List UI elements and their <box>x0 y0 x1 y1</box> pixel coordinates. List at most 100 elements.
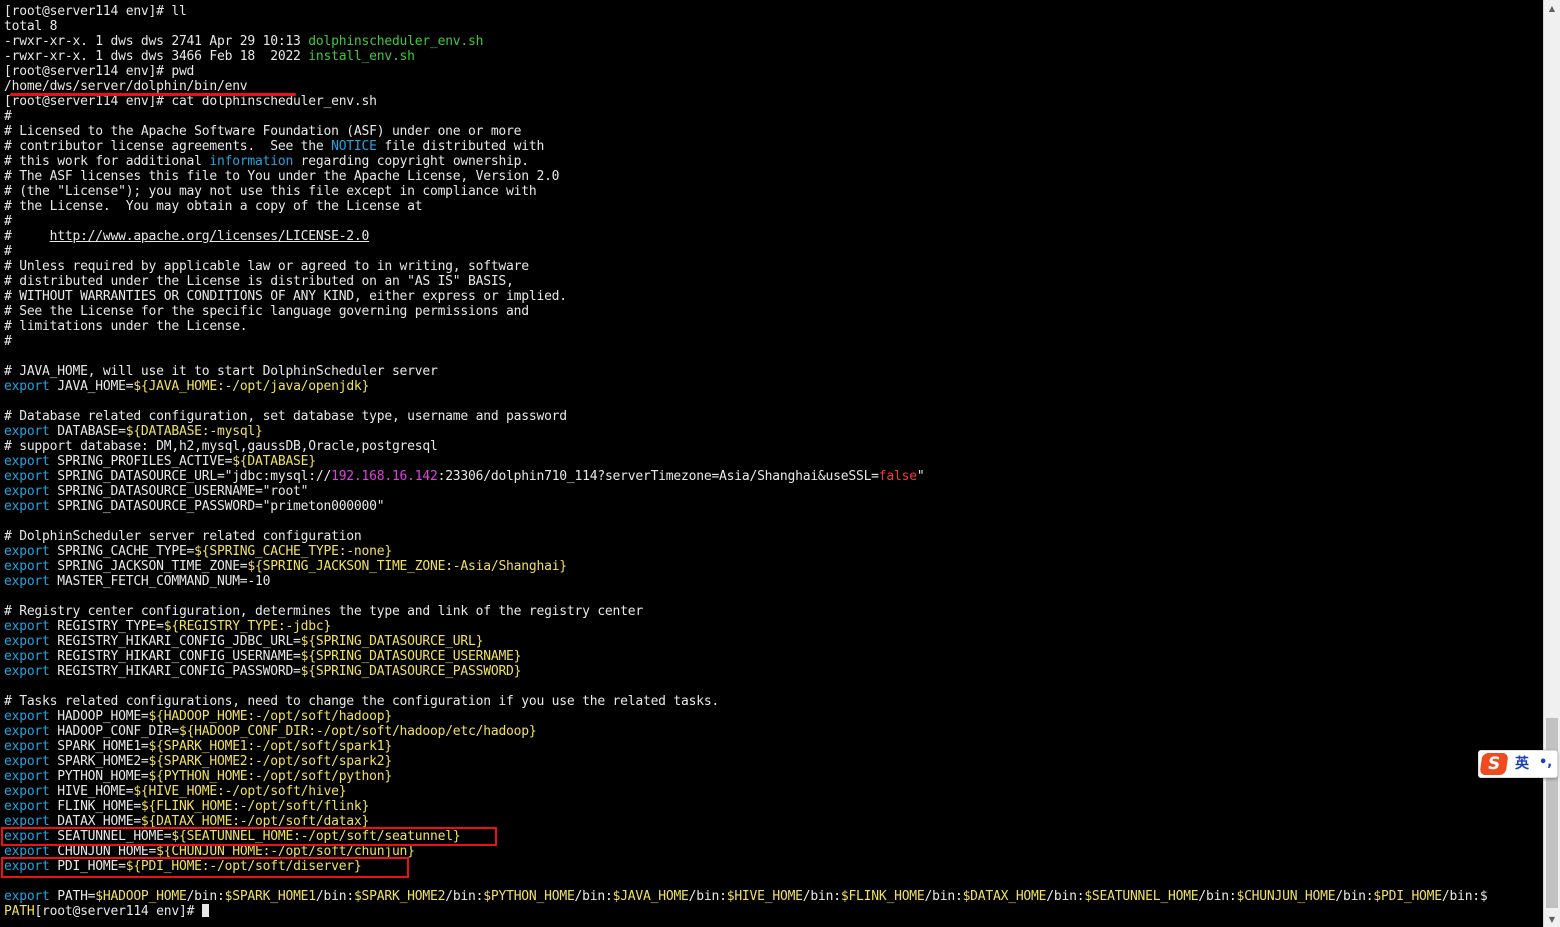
terminal-text-segment: export <box>4 379 50 394</box>
terminal-text-segment: # Registry center configuration, determi… <box>4 604 643 619</box>
terminal-text-segment: # <box>4 244 12 259</box>
terminal-text-segment: [root@server114 env]# pwd <box>4 64 195 79</box>
terminal-text-segment: ${SPARK_HOME2:-/opt/soft/spark2} <box>148 754 393 769</box>
terminal-text-segment: /bin: <box>186 889 225 904</box>
terminal-line: total 8 <box>4 19 57 34</box>
terminal-line: # <box>4 214 12 229</box>
terminal-text-segment: export <box>4 634 50 649</box>
terminal-text-segment: install_env.sh <box>308 49 415 64</box>
terminal-text-segment: SPRING_DATASOURCE_PASSWORD="primeton0000… <box>49 499 385 514</box>
terminal-line: # <box>4 109 12 124</box>
terminal-cursor <box>201 904 209 917</box>
terminal-text-segment: /bin: <box>315 889 354 904</box>
terminal-line: # DolphinScheduler server related config… <box>4 529 362 544</box>
terminal-line: # the License. You may obtain a copy of … <box>4 199 423 214</box>
terminal-text-segment: $FLINK_HOME <box>840 889 925 904</box>
terminal-text-segment: ${SPRING_DATASOURCE_USERNAME} <box>300 649 522 664</box>
terminal-text-segment: false <box>878 469 917 484</box>
terminal-text-segment: # Licensed to the Apache Software Founda… <box>4 124 522 139</box>
terminal-text-segment: export <box>4 724 50 739</box>
terminal-text-segment: ${DATABASE} <box>232 454 316 469</box>
terminal-line: export HIVE_HOME=${HIVE_HOME:-/opt/soft/… <box>4 784 347 799</box>
terminal-text-segment: # contributor license agreements. See th… <box>4 139 332 154</box>
terminal-text-segment: $SPARK_HOME2 <box>353 889 446 904</box>
terminal-text-segment: # Unless required by applicable law or a… <box>4 259 529 274</box>
terminal-text-segment: /bin:$ <box>1441 889 1488 904</box>
terminal-line: [root@server114 env]# ll <box>4 4 187 19</box>
scrollbar-thumb[interactable] <box>1546 718 1558 908</box>
terminal-text-segment: export <box>4 784 50 799</box>
terminal-text-segment: -rwxr-xr-x. 1 dws dws 3466 Feb 18 2022 <box>4 49 309 64</box>
terminal-text-segment: [root@server114 env]# <box>34 904 202 919</box>
terminal-line: export HADOOP_HOME=${HADOOP_HOME:-/opt/s… <box>4 709 392 724</box>
terminal-text-segment: HIVE_HOME= <box>49 784 134 799</box>
terminal-text-segment: http://www.apache.org/licenses/LICENSE-2… <box>49 229 370 244</box>
terminal-line: export SPARK_HOME1=${SPARK_HOME1:-/opt/s… <box>4 739 392 754</box>
terminal-text-segment: REGISTRY_HIKARI_CONFIG_JDBC_URL= <box>49 634 301 649</box>
scroll-up-icon[interactable]: ▲ <box>1544 0 1560 16</box>
terminal-text-segment: export <box>4 424 50 439</box>
terminal-text-segment: $JAVA_HOME <box>612 889 689 904</box>
scroll-down-icon[interactable]: ▼ <box>1544 911 1560 927</box>
terminal-text-segment: ${HADOOP_CONF_DIR:-/opt/soft/hadoop/etc/… <box>178 724 537 739</box>
terminal-text-segment: MASTER_FETCH_COMMAND_NUM=-10 <box>49 574 271 589</box>
terminal-text-segment: export <box>4 739 50 754</box>
terminal-text-segment: PATH <box>4 904 35 919</box>
terminal-text-segment: export <box>4 574 50 589</box>
terminal-text-segment: $CHUNJUN_HOME <box>1236 889 1336 904</box>
terminal-text-segment: # WITHOUT WARRANTIES OR CONDITIONS OF AN… <box>4 289 567 304</box>
terminal-text-segment: export <box>4 499 50 514</box>
ime-language-toggle[interactable]: 英 <box>1515 755 1529 773</box>
terminal-text-segment: ${FLINK_HOME:-/opt/soft/flink} <box>140 799 370 814</box>
terminal-text-segment: export <box>4 484 50 499</box>
terminal-line: # support database: DM,h2,mysql,gaussDB,… <box>4 439 438 454</box>
terminal-line: export SPRING_DATASOURCE_USERNAME="root" <box>4 484 309 499</box>
terminal-line: [root@server114 env]# pwd <box>4 64 194 79</box>
terminal-text-segment: SPARK_HOME2= <box>49 754 149 769</box>
sogou-logo-icon[interactable]: S <box>1479 753 1509 775</box>
terminal-text-segment: SPRING_DATASOURCE_USERNAME="root" <box>49 484 309 499</box>
terminal-text-segment: export <box>4 619 50 634</box>
terminal-line: # distributed under the License is distr… <box>4 274 514 289</box>
terminal-line: -rwxr-xr-x. 1 dws dws 2741 Apr 29 10:13 … <box>4 34 483 49</box>
terminal-text-segment: ${SPRING_CACHE_TYPE:-none} <box>194 544 392 559</box>
terminal-text-segment: export <box>4 544 50 559</box>
ime-punctuation-toggle[interactable]: •, <box>1539 754 1552 772</box>
pdi-red-box <box>1 857 409 878</box>
terminal-line: # Tasks related configurations, need to … <box>4 694 719 709</box>
terminal-output[interactable]: [root@server114 env]# ll total 8 -rwxr-xr-… <box>0 0 1543 927</box>
terminal-text-segment: dolphinscheduler_env.sh <box>308 34 484 49</box>
terminal-text-segment: export <box>4 664 50 679</box>
terminal-line: export PATH=$HADOOP_HOME/bin:$SPARK_HOME… <box>4 889 1488 904</box>
terminal-text-segment: export <box>4 559 50 574</box>
terminal-line: export FLINK_HOME=${FLINK_HOME:-/opt/sof… <box>4 799 369 814</box>
terminal-line: export REGISTRY_HIKARI_CONFIG_PASSWORD=$… <box>4 664 521 679</box>
terminal-text-segment: regarding copyright ownership. <box>293 154 529 169</box>
terminal-text-segment: [root@server114 env]# ll <box>4 4 187 19</box>
terminal-text-segment: $HADOOP_HOME <box>95 889 187 904</box>
terminal-line: # this work for additional information r… <box>4 154 529 169</box>
terminal-line: # JAVA_HOME, will use it to start Dolphi… <box>4 364 438 379</box>
terminal-text-segment: /bin: <box>445 889 484 904</box>
terminal-text-segment: # Tasks related configurations, need to … <box>4 694 720 709</box>
terminal-text-segment: ${HIVE_HOME:-/opt/soft/hive} <box>133 784 347 799</box>
terminal-text-segment: $SPARK_HOME1 <box>224 889 317 904</box>
terminal-line: # (the "License"); you may not use this … <box>4 184 537 199</box>
terminal-line: # limitations under the License. <box>4 319 248 334</box>
terminal-text-segment: # JAVA_HOME, will use it to start Dolphi… <box>4 364 438 379</box>
terminal-text-segment: export <box>4 799 50 814</box>
terminal-text-segment: $DATAX_HOME <box>962 889 1047 904</box>
terminal-text-segment: export <box>4 769 50 784</box>
terminal-line: # WITHOUT WARRANTIES OR CONDITIONS OF AN… <box>4 289 567 304</box>
terminal-text-segment: $PDI_HOME <box>1373 889 1442 904</box>
terminal-text-segment: SPARK_HOME1= <box>49 739 149 754</box>
terminal-text-segment: :23306/dolphin710_114?serverTimezone=Asi… <box>437 469 879 484</box>
terminal-text-segment: /home/dws/server/dolphin/bin/env <box>4 79 248 94</box>
terminal-line: export REGISTRY_HIKARI_CONFIG_JDBC_URL=$… <box>4 634 483 649</box>
ime-toolbar[interactable]: S 英 •, <box>1478 750 1558 778</box>
terminal-text-segment: REGISTRY_TYPE= <box>49 619 164 634</box>
terminal-text-segment: REGISTRY_HIKARI_CONFIG_PASSWORD= <box>49 664 301 679</box>
terminal-line: # Unless required by applicable law or a… <box>4 259 529 274</box>
terminal-text-segment: information <box>209 154 294 169</box>
vertical-scrollbar[interactable]: ▲ ▼ <box>1543 0 1560 927</box>
